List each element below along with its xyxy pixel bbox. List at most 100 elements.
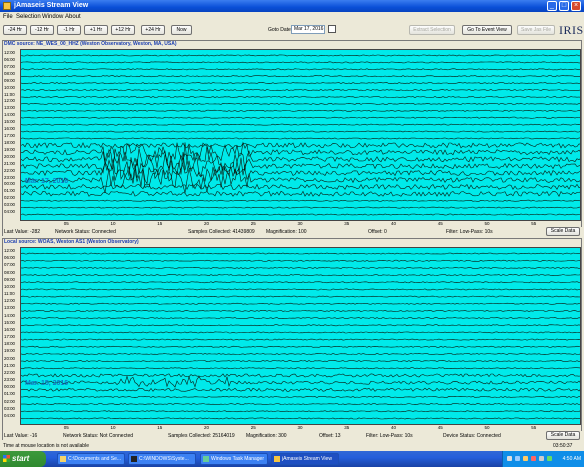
hour-label: 07:00 <box>4 262 15 268</box>
plus-1-hr-button[interactable]: +1 Hr <box>84 25 108 35</box>
network-icon[interactable] <box>515 456 520 461</box>
trace-line <box>21 345 580 348</box>
scale-data-button[interactable]: Scale Data <box>546 227 580 236</box>
menu-bar: File Selection Window About <box>0 12 584 22</box>
menu-selection[interactable]: Selection <box>16 13 41 21</box>
task-label: jAmaseis Stream View <box>282 456 332 462</box>
hour-label: 10:00 <box>4 84 15 90</box>
security-icon[interactable] <box>523 456 528 461</box>
now-button[interactable]: Now <box>171 25 192 35</box>
calendar-icon[interactable] <box>328 25 336 33</box>
maximize-button[interactable]: □ <box>559 1 569 11</box>
trace-line <box>21 266 580 269</box>
trace-line <box>21 109 580 112</box>
go-to-event-view-button[interactable]: Go To Event View <box>462 25 512 35</box>
hour-label: 03:00 <box>4 405 15 411</box>
hour-label: 18:00 <box>4 341 15 347</box>
start-button[interactable]: start <box>0 451 46 467</box>
plus-24-hr-button[interactable]: +24 Hr <box>141 25 165 35</box>
hour-label: 02:00 <box>4 195 15 201</box>
menu-about[interactable]: About <box>65 13 81 21</box>
goto-date-label: Goto Date: <box>268 27 293 33</box>
extract-selection-button[interactable]: Extract Selection <box>409 25 455 35</box>
goto-date-input[interactable]: Mar 17, 2016 <box>291 25 325 34</box>
hour-label: 15:00 <box>4 119 15 125</box>
hour-label: 18:00 <box>4 139 15 145</box>
task-label: Windows Task Manager <box>211 456 264 462</box>
trace-line <box>21 89 580 91</box>
hour-label: 17:00 <box>4 133 15 138</box>
hour-label: 15:00 <box>4 319 15 325</box>
trace-line <box>21 142 580 149</box>
alert-icon[interactable] <box>531 456 536 461</box>
task-label: C:\WINDOWS\Syste... <box>139 456 189 462</box>
trace-line <box>21 61 580 64</box>
trace-line <box>21 168 580 194</box>
offset: Offset: 0 <box>368 229 387 235</box>
hour-label: 12:00 <box>4 98 15 104</box>
hour-label: 00:00 <box>4 181 15 187</box>
mouse-time-status: Time at mouse location is not available <box>3 443 89 449</box>
seismogram-plot[interactable] <box>20 247 581 425</box>
plus-12-hr-button[interactable]: +12 Hr <box>111 25 135 35</box>
seismogram-plot[interactable] <box>20 49 581 221</box>
app-window: jAmaseis Stream View _ □ × File Selectio… <box>0 0 584 467</box>
hour-label: 01:00 <box>4 391 15 397</box>
trace-line <box>21 352 580 355</box>
hour-label: 08:00 <box>4 70 15 76</box>
minus-24-hr-button[interactable]: -24 Hr <box>3 25 27 35</box>
trace-line <box>21 367 580 370</box>
minus-1-hr-button[interactable]: -1 Hr <box>57 25 81 35</box>
trace-line <box>21 317 580 320</box>
scale-data-button[interactable]: Scale Data <box>546 431 580 440</box>
volume-icon[interactable] <box>539 456 544 461</box>
taskbar-item-documents[interactable]: C:\Documents and Se... <box>57 453 125 465</box>
app-icon <box>3 2 11 10</box>
trace-line <box>21 102 580 105</box>
minimize-button[interactable]: _ <box>547 1 557 11</box>
hour-label: 23:00 <box>4 377 15 382</box>
hour-label: 11:00 <box>4 291 15 296</box>
minus-12-hr-button[interactable]: -12 Hr <box>30 25 54 35</box>
taskbar-item-jamaseis[interactable]: jAmaseis Stream View <box>271 453 339 465</box>
title-bar[interactable]: jAmaseis Stream View _ □ × <box>0 0 584 12</box>
hour-label: 16:00 <box>4 326 15 332</box>
trace-line <box>21 206 580 209</box>
start-label: start <box>12 454 30 463</box>
trace-line <box>21 259 580 262</box>
trace-line <box>21 123 580 126</box>
update-icon[interactable] <box>547 456 552 461</box>
taskbar: start C:\Documents and Se... C:\WINDOWS\… <box>0 451 584 467</box>
filter: Filter: Low-Pass: 10s <box>366 433 413 439</box>
trace-line <box>21 410 580 413</box>
menu-window[interactable]: Window <box>42 13 63 21</box>
hour-label: 21:00 <box>4 362 15 368</box>
hour-label: 12:00 <box>4 50 15 55</box>
language-icon[interactable] <box>507 456 512 461</box>
trace-line <box>21 288 580 291</box>
trace-line <box>21 338 580 341</box>
taskbar-item-task-manager[interactable]: Windows Task Manager <box>200 453 268 465</box>
hour-axis: 12:00 06:00 07:00 08:00 09:00 10:00 11:00 12:00… <box>3 247 19 425</box>
panel-status-bar: Last Value: -16 Network Status: Not Conn… <box>3 431 583 441</box>
trace-line <box>21 130 580 133</box>
taskbar-item-cmd[interactable]: C:\WINDOWS\Syste... <box>128 453 196 465</box>
close-button[interactable]: × <box>571 1 581 11</box>
hour-label: 03:00 <box>4 202 15 208</box>
panel-title: DMC source: NE_WES_00_HHZ (Weston Observ… <box>4 41 179 48</box>
hour-label: 06:00 <box>4 255 15 261</box>
menu-file[interactable]: File <box>3 13 13 21</box>
java-icon <box>274 456 280 462</box>
magnification: Magnification: 100 <box>266 229 307 235</box>
hour-label: 20:00 <box>4 355 15 361</box>
folder-icon <box>60 456 66 462</box>
current-time: 03:50:37 <box>553 443 573 449</box>
hour-label: 22:00 <box>4 369 15 375</box>
save-jas-file-button[interactable]: Save Jas File <box>517 25 555 35</box>
trace-line <box>21 137 580 140</box>
trace-line <box>21 190 580 197</box>
trace-line <box>21 395 580 398</box>
panel-status-bar: Last Value: -282 Network Status: Connect… <box>3 227 583 237</box>
trace-line <box>21 387 580 392</box>
hour-label: 01:00 <box>4 188 15 194</box>
